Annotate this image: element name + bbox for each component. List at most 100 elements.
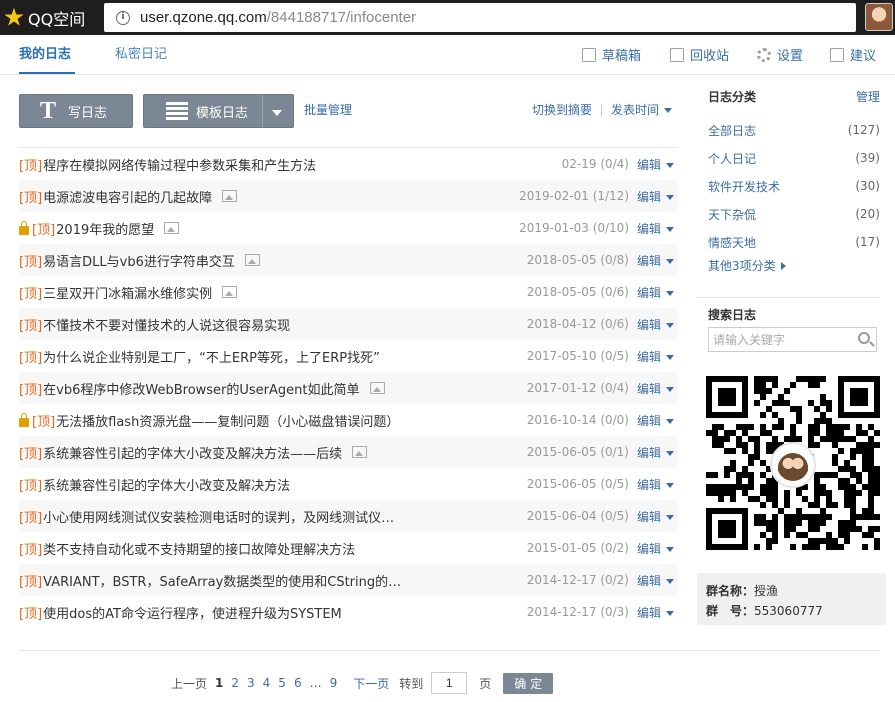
page-number[interactable]: 6: [294, 676, 302, 690]
edit-dropdown[interactable]: 编辑: [637, 572, 674, 589]
edit-dropdown[interactable]: 编辑: [637, 444, 674, 461]
edit-dropdown[interactable]: 编辑: [637, 156, 674, 173]
group-name: 授渔: [754, 584, 779, 598]
edit-dropdown[interactable]: 编辑: [637, 380, 674, 397]
group-avatar-icon: [777, 449, 809, 481]
switch-summary-link[interactable]: 切换到摘要: [532, 101, 592, 118]
list-item[interactable]: [顶] 2019年我的愿望 2019-01-03 (0/10) 编辑: [19, 212, 678, 244]
group-number: 553060777: [754, 604, 823, 618]
blog-title[interactable]: 三星双开门冰箱漏水维修实例: [43, 283, 212, 302]
blog-title[interactable]: 小心使用网线测试仪安装检测电话时的误判，及网线测试仪…: [43, 507, 394, 526]
manage-link[interactable]: 管理: [856, 88, 880, 105]
settings-button[interactable]: 设置: [757, 45, 803, 64]
edit-dropdown[interactable]: 编辑: [637, 316, 674, 333]
blog-title[interactable]: 为什么说企业特别是工厂，“不上ERP等死，上了ERP找死”: [43, 347, 380, 366]
page-number[interactable]: 4: [263, 676, 271, 690]
blog-title[interactable]: 2019年我的愿望: [56, 219, 154, 238]
pinned-tag: [顶]: [19, 190, 43, 206]
edit-dropdown[interactable]: 编辑: [637, 476, 674, 493]
write-blog-button[interactable]: T 写日志: [19, 94, 133, 128]
prev-page-button[interactable]: 上一页: [171, 675, 207, 692]
sort-by-time[interactable]: 发表时间: [611, 101, 673, 118]
blog-title[interactable]: 程序在模拟网络传输过程中参数采集和产生方法: [43, 155, 316, 174]
list-item[interactable]: [顶] 类不支持自动化或不支持期望的接口故障处理解决方法 2015-01-05 (0…: [19, 532, 678, 564]
blog-title[interactable]: VARIANT，BSTR，SafeArray数据类型的使用和CString的…: [43, 571, 401, 590]
blog-title[interactable]: 类不支持自动化或不支持期望的接口故障处理解决方法: [43, 539, 355, 558]
page-jump-input[interactable]: [431, 672, 468, 694]
category-item[interactable]: 情感天地 (17): [697, 228, 880, 256]
edit-dropdown[interactable]: 编辑: [637, 604, 674, 621]
info-icon[interactable]: i: [116, 10, 130, 25]
list-item[interactable]: [顶] 系统兼容性引起的字体大小改变及解决方法——后续 2015-06-05 (0/…: [19, 436, 678, 468]
pinned-tag: [顶]: [32, 222, 56, 238]
list-item[interactable]: [顶] 系统兼容性引起的字体大小改变及解决方法 2015-06-05 (0/5) 编辑: [19, 468, 678, 500]
blog-title[interactable]: 不懂技术不要对懂技术的人说这很容易实现: [43, 315, 290, 334]
page-last[interactable]: 9: [330, 676, 338, 690]
list-item[interactable]: [顶] 易语言DLL与vb6进行字符串交互 2018-05-05 (0/8) 编辑: [19, 244, 678, 276]
chevron-down-icon[interactable]: [272, 110, 282, 116]
edit-dropdown[interactable]: 编辑: [637, 540, 674, 557]
tab-private-diary[interactable]: 私密日记: [115, 43, 167, 62]
list-item[interactable]: [顶] 电源滤波电容引起的几起故障 2019-02-01 (1/12) 编辑: [19, 180, 678, 212]
more-categories[interactable]: 其他3项分类: [697, 257, 880, 274]
edit-dropdown[interactable]: 编辑: [637, 220, 674, 237]
settings-label: 设置: [777, 49, 804, 64]
list-item[interactable]: [顶] 使用dos的AT命令运行程序，使进程升级为SYSTEM 2014-12-17…: [19, 596, 678, 628]
list-item[interactable]: [顶] 不懂技术不要对懂技术的人说这很容易实现 2018-04-12 (0/6) 编辑: [19, 308, 678, 340]
list-item[interactable]: [顶] VARIANT，BSTR，SafeArray数据类型的使用和CString…: [19, 564, 678, 596]
page-number[interactable]: 5: [278, 676, 286, 690]
category-name: 情感天地: [708, 235, 757, 250]
browser-bar: QQ空间 i user.qzone.qq.com/844188717/infoc…: [0, 0, 895, 35]
category-item[interactable]: 全部日志 (127): [697, 116, 880, 144]
list-item[interactable]: [顶] 三星双开门冰箱漏水维修实例 2018-05-05 (0/6) 编辑: [19, 276, 678, 308]
category-item[interactable]: 软件开发技术 (30): [697, 172, 880, 200]
edit-dropdown[interactable]: 编辑: [637, 252, 674, 269]
tab-my-blog[interactable]: 我的日志: [19, 43, 71, 62]
list-item[interactable]: [顶] 小心使用网线测试仪安装检测电话时的误判，及网线测试仪… 2015-06-04…: [19, 500, 678, 532]
category-count: (39): [855, 151, 880, 165]
search-input[interactable]: [713, 332, 853, 347]
list-item[interactable]: [顶] 在vb6程序中修改WebBrowser的UserAgent如此简单 2017…: [19, 372, 678, 404]
blog-title[interactable]: 无法播放flash资源光盘——复制问题（小心磁盘错误问题）: [56, 411, 399, 430]
category-item[interactable]: 天下杂侃 (20): [697, 200, 880, 228]
pinned-tag: [顶]: [19, 254, 43, 270]
recycle-button[interactable]: 回收站: [670, 45, 729, 64]
page-number[interactable]: 2: [231, 676, 239, 690]
template-divider: [262, 95, 263, 127]
blog-title[interactable]: 易语言DLL与vb6进行字符串交互: [43, 251, 235, 270]
edit-dropdown[interactable]: 编辑: [637, 412, 674, 429]
page-number[interactable]: 1: [215, 676, 223, 690]
blog-title[interactable]: 在vb6程序中修改WebBrowser的UserAgent如此简单: [43, 379, 359, 398]
blog-title[interactable]: 使用dos的AT命令运行程序，使进程升级为SYSTEM: [43, 603, 342, 622]
edit-dropdown[interactable]: 编辑: [637, 188, 674, 205]
confirm-button[interactable]: 确 定: [503, 672, 554, 694]
page-number[interactable]: 3: [247, 676, 255, 690]
next-page-button[interactable]: 下一页: [353, 675, 389, 692]
blog-title[interactable]: 系统兼容性引起的字体大小改变及解决方法: [43, 475, 290, 494]
suggest-button[interactable]: 建议: [830, 45, 876, 64]
edit-label: 编辑: [636, 189, 661, 204]
blog-title[interactable]: 电源滤波电容引起的几起故障: [43, 187, 212, 206]
chevron-down-icon: [666, 386, 674, 392]
list-item[interactable]: [顶] 程序在模拟网络传输过程中参数采集和产生方法 02-19 (0/4) 编辑: [19, 148, 678, 180]
edit-dropdown[interactable]: 编辑: [637, 348, 674, 365]
batch-manage-link[interactable]: 批量管理: [304, 101, 352, 118]
drafts-icon: [582, 47, 596, 62]
edit-dropdown[interactable]: 编辑: [637, 508, 674, 525]
search-title: 搜索日志: [708, 308, 757, 322]
blog-meta: 2018-04-12 (0/6): [527, 317, 629, 331]
edit-dropdown[interactable]: 编辑: [637, 284, 674, 301]
address-bar[interactable]: i user.qzone.qq.com/844188717/infocenter: [104, 3, 856, 32]
blog-title[interactable]: 系统兼容性引起的字体大小改变及解决方法——后续: [43, 443, 342, 462]
category-list: 全部日志 (127) 个人日记 (39) 软件开发技术 (30) 天下杂侃 (20) 情感天地 (…: [697, 116, 880, 256]
category-item[interactable]: 个人日记 (39): [697, 144, 880, 172]
user-avatar[interactable]: [865, 3, 893, 31]
list-item[interactable]: [顶] 无法播放flash资源光盘——复制问题（小心磁盘错误问题） 2016-10-…: [19, 404, 678, 436]
star-icon: [4, 7, 24, 26]
pinned-tag: [顶]: [19, 382, 43, 398]
trash-icon: [670, 47, 684, 62]
drafts-button[interactable]: 草稿箱: [582, 45, 641, 64]
qzone-logo[interactable]: QQ空间: [0, 0, 104, 35]
list-item[interactable]: [顶] 为什么说企业特别是工厂，“不上ERP等死，上了ERP找死” 2017-05-…: [19, 340, 678, 372]
search-icon[interactable]: [858, 332, 870, 344]
